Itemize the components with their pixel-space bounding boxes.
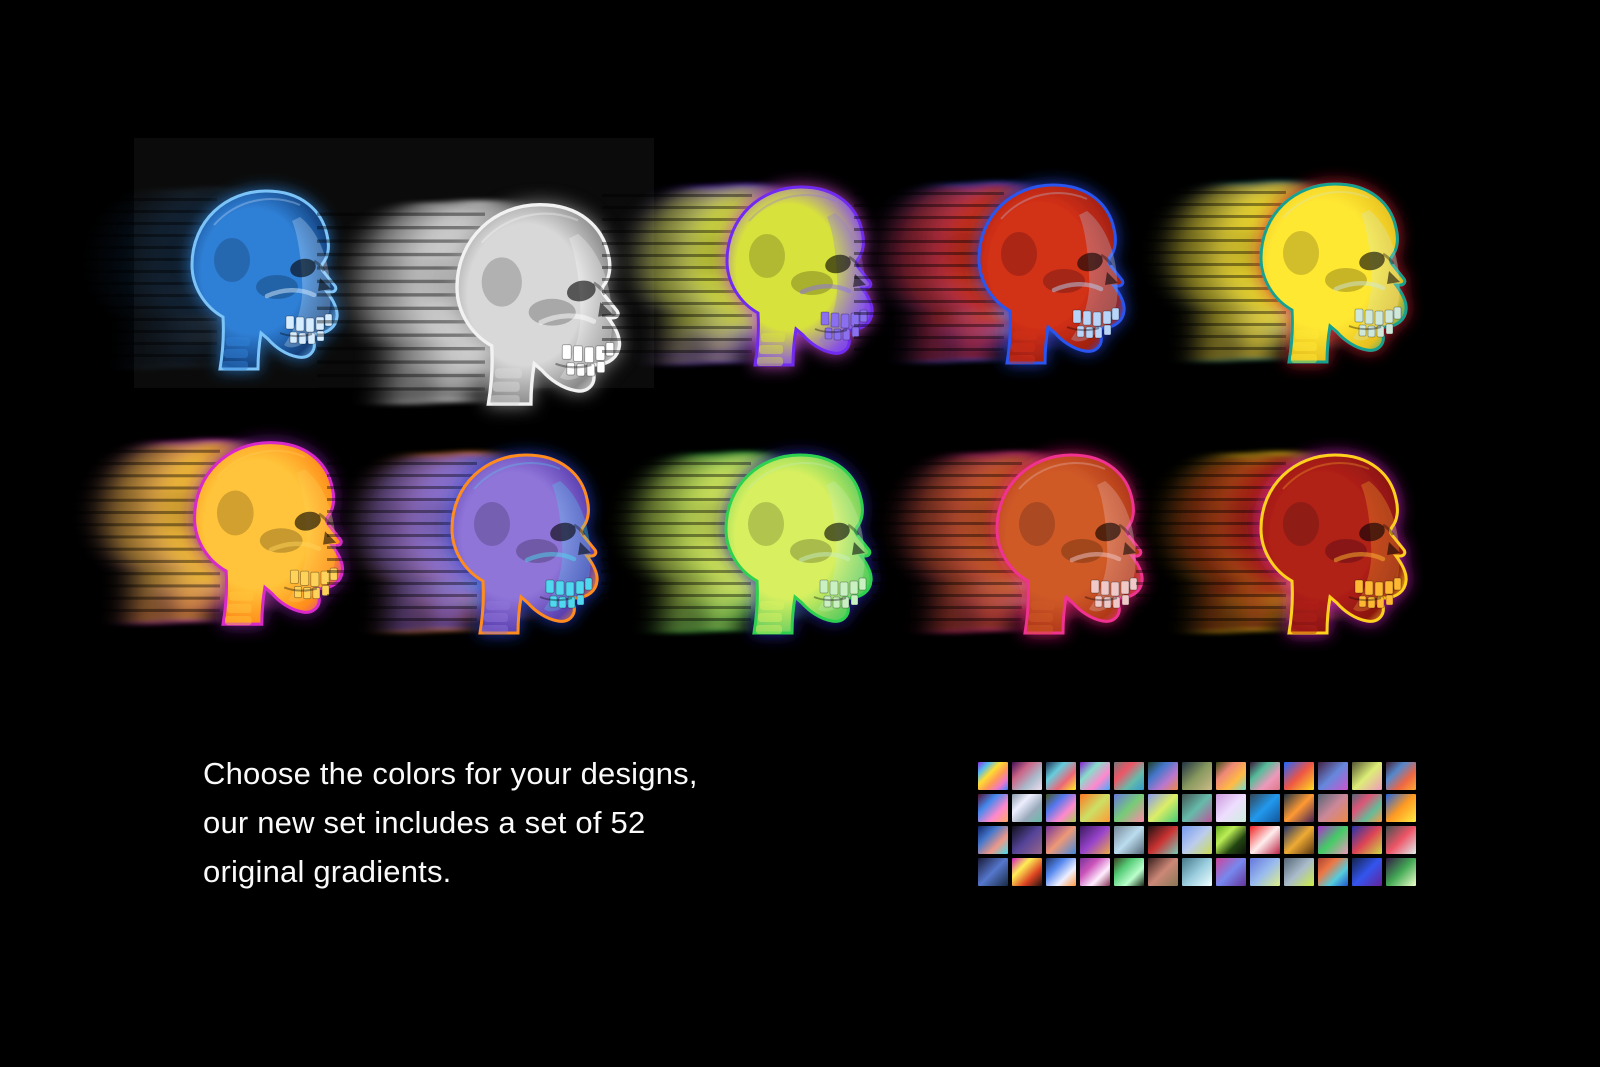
gradient-swatch-11 <box>1318 762 1348 790</box>
gradient-swatch-24 <box>1318 794 1348 822</box>
caption-line-2: our new set includes a set of 52 <box>203 798 803 847</box>
skull-svg <box>1136 153 1436 383</box>
gradient-swatch-29 <box>1046 826 1076 854</box>
gradient-swatch-15 <box>1012 794 1042 822</box>
gradient-swatch-43 <box>1080 858 1110 886</box>
gradient-swatch-10 <box>1284 762 1314 790</box>
gradient-swatch-42 <box>1046 858 1076 886</box>
skull-svg <box>327 424 627 654</box>
gradient-swatch-38 <box>1352 826 1382 854</box>
gradient-swatch-44 <box>1114 858 1144 886</box>
gradient-swatch-47 <box>1216 858 1246 886</box>
gradient-swatch-22 <box>1250 794 1280 822</box>
gradient-swatch-23 <box>1284 794 1314 822</box>
gradient-swatch-6 <box>1148 762 1178 790</box>
gradient-swatch-8 <box>1216 762 1246 790</box>
gradient-swatch-1 <box>978 762 1008 790</box>
gradient-swatch-35 <box>1250 826 1280 854</box>
skull-svg <box>854 154 1154 384</box>
caption-line-1: Choose the colors for your designs, <box>203 749 803 798</box>
skull-svg <box>1136 424 1436 654</box>
gradient-swatch-46 <box>1182 858 1212 886</box>
promo-image: Choose the colors for your designs, our … <box>0 0 1600 1067</box>
gradient-swatch-41 <box>1012 858 1042 886</box>
gradient-swatch-33 <box>1182 826 1212 854</box>
gradient-swatch-40 <box>978 858 1008 886</box>
gradient-swatch-5 <box>1114 762 1144 790</box>
gradient-swatch-7 <box>1182 762 1212 790</box>
gradient-swatch-32 <box>1148 826 1178 854</box>
gradient-swatch-21 <box>1216 794 1246 822</box>
gradient-swatch-51 <box>1352 858 1382 886</box>
gradient-swatch-49 <box>1284 858 1314 886</box>
gradient-swatch-50 <box>1318 858 1348 886</box>
gradient-swatch-45 <box>1148 858 1178 886</box>
skull-xray-pink-coral <box>872 424 1172 654</box>
gradient-swatch-52 <box>1386 858 1416 886</box>
gradient-swatch-14 <box>978 794 1008 822</box>
skull-svg <box>872 424 1172 654</box>
skull-svg <box>601 424 901 654</box>
gradient-swatch-31 <box>1114 826 1144 854</box>
gradient-swatch-34 <box>1216 826 1246 854</box>
skull-xray-blue-orange-cyan <box>327 424 627 654</box>
skull-grid <box>0 0 1600 730</box>
gradient-swatch-26 <box>1386 794 1416 822</box>
caption-line-3: original gradients. <box>203 847 803 896</box>
gradient-swatch-18 <box>1114 794 1144 822</box>
gradient-swatch-17 <box>1080 794 1110 822</box>
gradient-swatch-9 <box>1250 762 1280 790</box>
skull-xray-red-teal-yellow <box>1136 153 1436 383</box>
caption: Choose the colors for your designs, our … <box>203 749 803 896</box>
gradient-swatch-48 <box>1250 858 1280 886</box>
gradient-swatch-25 <box>1352 794 1382 822</box>
gradient-swatch-2 <box>1012 762 1042 790</box>
skull-xray-blue-red <box>854 154 1154 384</box>
gradient-swatch-19 <box>1148 794 1178 822</box>
gradient-swatch-27 <box>978 826 1008 854</box>
gradient-swatch-16 <box>1046 794 1076 822</box>
gradient-swatch-13 <box>1386 762 1416 790</box>
gradient-swatch-12 <box>1352 762 1382 790</box>
gradient-swatch-39 <box>1386 826 1416 854</box>
gradient-swatch-28 <box>1012 826 1042 854</box>
gradient-swatch-37 <box>1318 826 1348 854</box>
gradient-swatch-4 <box>1080 762 1110 790</box>
skull-xray-green-lime <box>601 424 901 654</box>
gradient-swatch-36 <box>1284 826 1314 854</box>
gradient-swatch-3 <box>1046 762 1076 790</box>
gradient-swatch-30 <box>1080 826 1110 854</box>
gradient-swatch-20 <box>1182 794 1212 822</box>
skull-xray-magenta-crimson <box>1136 424 1436 654</box>
gradient-swatch-grid <box>978 762 1416 886</box>
